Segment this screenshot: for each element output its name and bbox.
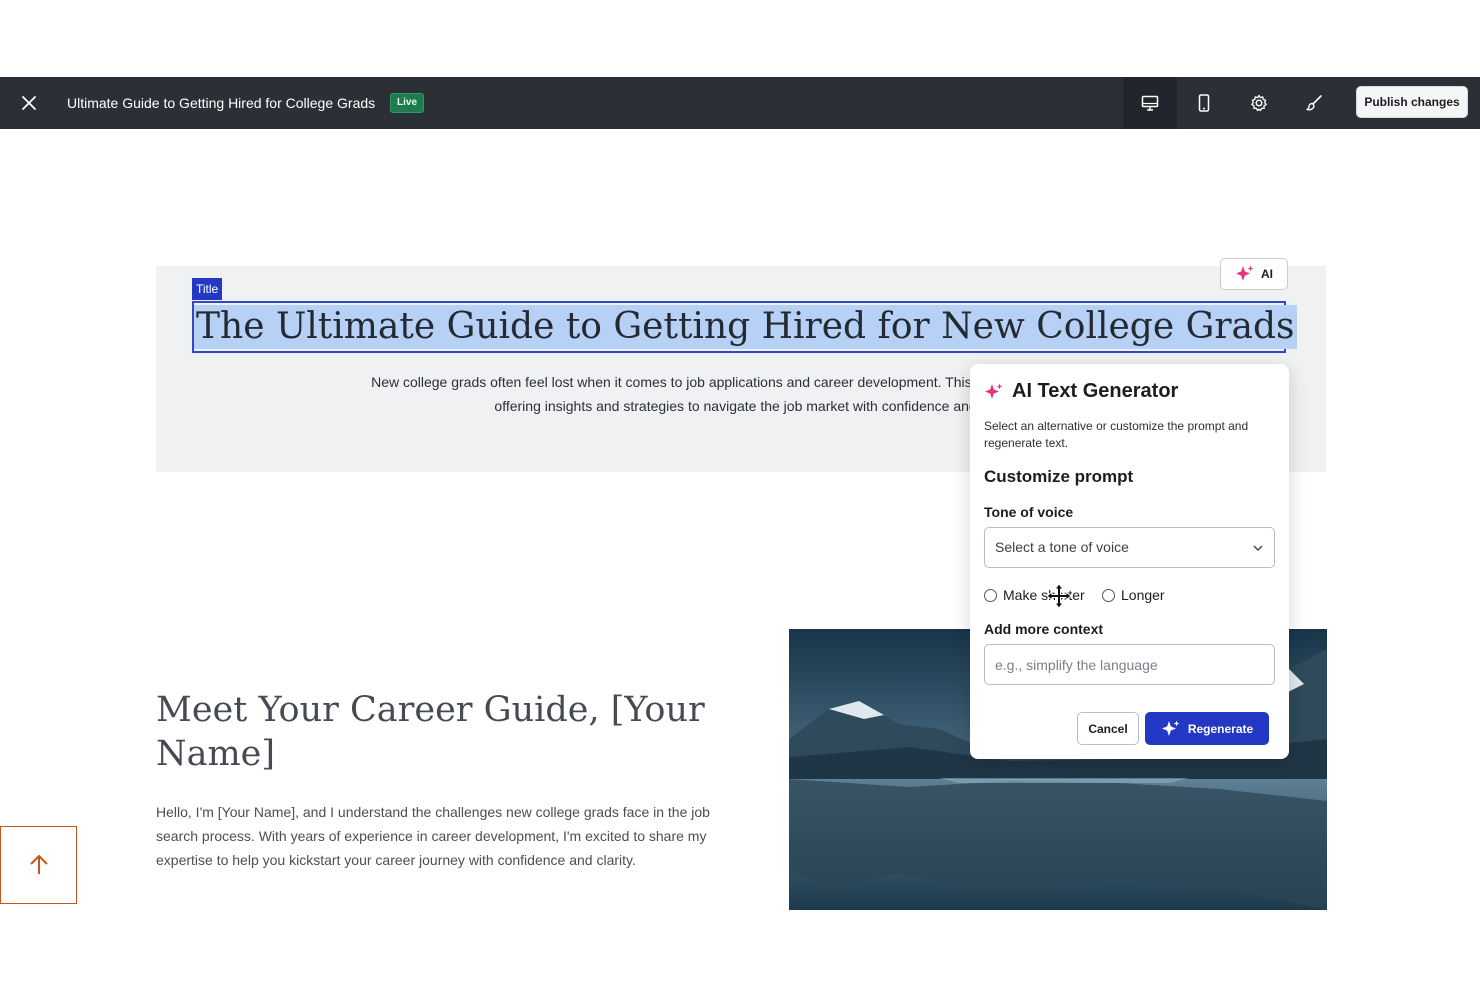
desktop-view-icon	[1141, 95, 1159, 111]
mobile-view-button[interactable]	[1177, 77, 1231, 129]
close-icon	[22, 96, 36, 110]
make-shorter-label: Make shorter	[1003, 587, 1085, 603]
style-button[interactable]	[1287, 77, 1341, 129]
tone-of-voice-label: Tone of voice	[984, 504, 1074, 520]
scroll-to-top-button[interactable]	[0, 826, 77, 904]
editor-toolbar: Ultimate Guide to Getting Hired for Coll…	[0, 77, 1480, 129]
regenerate-label: Regenerate	[1187, 721, 1254, 736]
settings-gear-icon	[1251, 94, 1267, 112]
mobile-view-icon	[1198, 94, 1210, 112]
chevron-down-icon	[1253, 545, 1263, 551]
about-heading[interactable]: Meet Your Career Guide, [Your Name]	[156, 688, 756, 776]
settings-button[interactable]	[1232, 77, 1286, 129]
longer-radio[interactable]	[1102, 588, 1115, 602]
ai-sparkle-icon	[1236, 265, 1254, 281]
tone-of-voice-select[interactable]: Select a tone of voice	[984, 527, 1275, 568]
make-shorter-option[interactable]: Make shorter	[984, 587, 1085, 603]
ai-sparkle-icon	[1161, 720, 1180, 736]
hero-title[interactable]: The Ultimate Guide to Getting Hired for …	[194, 305, 1297, 349]
arrow-up-icon	[29, 854, 48, 874]
panel-subtitle: Select an alternative or customize the p…	[984, 419, 1249, 450]
desktop-view-button[interactable]	[1123, 77, 1177, 129]
longer-option[interactable]: Longer	[1102, 587, 1165, 603]
make-shorter-radio[interactable]	[984, 588, 997, 602]
ai-button-label: AI	[1261, 267, 1273, 281]
ai-sparkle-icon	[985, 383, 1003, 399]
ai-text-generator-panel: AI Text Generator Select an alternative …	[970, 364, 1289, 759]
ai-assist-button[interactable]: AI	[1220, 258, 1288, 290]
tone-select-value: Select a tone of voice	[995, 539, 1129, 555]
publish-changes-button[interactable]: Publish changes	[1356, 86, 1468, 118]
longer-label: Longer	[1121, 587, 1165, 603]
cancel-button[interactable]: Cancel	[1077, 712, 1139, 745]
customize-prompt-heading: Customize prompt	[984, 467, 1134, 486]
element-type-tag: Title	[192, 278, 223, 300]
style-brush-icon	[1306, 95, 1322, 111]
add-context-input[interactable]	[984, 644, 1275, 685]
title-editable-block[interactable]: The Ultimate Guide to Getting Hired for …	[192, 301, 1297, 353]
about-body-line: search process. With years of experience…	[156, 828, 707, 844]
close-editor-button[interactable]	[16, 90, 42, 116]
about-body[interactable]: Hello, I'm [Your Name], and I understand…	[156, 800, 756, 872]
about-body-line: Hello, I'm [Your Name], and I understand…	[156, 804, 710, 820]
add-context-label: Add more context	[984, 621, 1104, 637]
panel-title: AI Text Generator	[1012, 380, 1179, 402]
page-title: Ultimate Guide to Getting Hired for Coll…	[67, 95, 376, 111]
panel-header: AI Text Generator	[984, 380, 1178, 403]
regenerate-button[interactable]: Regenerate	[1145, 712, 1269, 745]
status-badge: Live	[390, 93, 425, 113]
about-body-line: expertise to help you kickstart your car…	[156, 852, 636, 868]
